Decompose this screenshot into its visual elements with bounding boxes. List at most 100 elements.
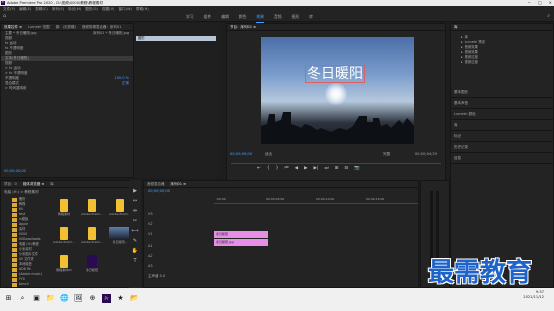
tab-audio-mixer[interactable]: 音频混合器 bbox=[147, 181, 165, 187]
tab-audio-mixer[interactable]: 音频剪辑混合器：序列01 bbox=[82, 24, 121, 30]
program-monitor-title[interactable]: 节目：序列01 ≡ bbox=[230, 24, 256, 30]
start-icon[interactable]: ⊞ bbox=[4, 294, 13, 303]
track-header-a3[interactable]: A3 bbox=[144, 261, 212, 271]
media-thumbnail[interactable]: Adobe Premi... bbox=[79, 227, 105, 255]
track-header-master[interactable]: 主声道 0.0 bbox=[144, 271, 212, 281]
right-side-panel: 库 ▸ 库 ▸ Lumetri 预设 ▸ 音频效果 ▸ 视频效果 ▸ 视频过渡 ▸ 视频过渡… bbox=[450, 23, 554, 288]
folder-icon bbox=[12, 243, 17, 247]
app-icon[interactable]: ⊕ bbox=[88, 294, 97, 303]
folder-icon bbox=[12, 278, 17, 282]
razor-tool-icon[interactable]: ✂ bbox=[129, 216, 141, 226]
file-explorer-icon[interactable]: 📁 bbox=[46, 294, 55, 303]
track-header-a2[interactable]: A2 bbox=[144, 251, 212, 261]
tree-folder[interactable]: bench bbox=[1, 282, 49, 287]
workspace-tab-effects[interactable]: 效果 bbox=[256, 12, 264, 23]
go-to-out-button[interactable]: ⏭ bbox=[325, 166, 329, 172]
go-to-in-button[interactable]: ⏮ bbox=[285, 166, 289, 172]
timeline-clip-graphic[interactable]: 冬日暖阳 bbox=[214, 231, 268, 238]
timeline-timecode[interactable]: 00;00;00;00 bbox=[148, 189, 170, 194]
tab-sequence[interactable]: 序列01 ≡ bbox=[171, 181, 187, 187]
media-browser-panel: 项目：0 媒体浏览器 ≡ 库 电脑 (H:) > 教程素材 备份 教程 fill… bbox=[0, 180, 134, 288]
master-volume-value[interactable]: 0.0 bbox=[160, 274, 166, 278]
track-header-v2[interactable]: V2 bbox=[144, 219, 212, 229]
tab-lumetri-scopes[interactable]: Lumetri 范围 bbox=[28, 24, 50, 30]
media-thumbnail[interactable]: Adobe Premi... bbox=[51, 227, 77, 255]
mark-in-button[interactable]: ⇤ bbox=[257, 166, 261, 172]
effect-row[interactable]: > 时间重映射 bbox=[1, 86, 133, 91]
tab-source[interactable]: 源：(无剪辑) bbox=[56, 24, 76, 30]
track-header-v3[interactable]: V3 bbox=[144, 209, 212, 219]
media-thumbnail[interactable]: 冬日暖阳 bbox=[79, 255, 105, 283]
photos-icon[interactable]: 🖼 bbox=[74, 294, 83, 303]
play-button[interactable]: ▶ bbox=[304, 166, 307, 172]
step-back-button[interactable]: ◀ bbox=[295, 166, 298, 172]
fit-dropdown[interactable]: 适合 bbox=[265, 152, 272, 157]
home-icon[interactable]: ⌂ bbox=[3, 14, 6, 19]
extract-button[interactable]: ⊟ bbox=[344, 166, 348, 172]
step-forward-button[interactable]: ▶| bbox=[314, 166, 319, 172]
workspace-tab-editing[interactable]: 编辑 bbox=[221, 12, 229, 23]
panel-libraries[interactable]: 库 bbox=[451, 120, 553, 131]
mark-in-brace-button[interactable]: { bbox=[267, 166, 270, 172]
workspace-tab-learn[interactable]: 学习 bbox=[186, 12, 194, 23]
workspace-tab-audio[interactable]: 音频 bbox=[274, 12, 282, 23]
folder-icon bbox=[12, 228, 17, 232]
folder-icon bbox=[12, 213, 17, 217]
media-thumbnail[interactable]: Adobe Premi... bbox=[79, 199, 105, 227]
program-video-frame[interactable]: 冬日暖阳 bbox=[261, 37, 414, 144]
tab-effect-controls[interactable]: 效果控件 ≡ bbox=[4, 24, 22, 30]
tab-library[interactable]: 库 bbox=[50, 181, 54, 187]
timeline-ruler[interactable]: :00:00 00;00;05;00 00;00;10;00 00;00;15;… bbox=[214, 197, 418, 204]
libraries-title[interactable]: 库 bbox=[454, 24, 458, 30]
panel-history[interactable]: 历史记录 bbox=[451, 142, 553, 153]
premiere-taskbar-icon[interactable]: Pr bbox=[102, 294, 111, 303]
track-header-a1[interactable]: A1 bbox=[144, 241, 212, 251]
export-frame-icon[interactable]: 📷 bbox=[354, 166, 360, 172]
search-icon[interactable]: ⌕ bbox=[18, 294, 27, 303]
lift-button[interactable]: ⊞ bbox=[335, 166, 339, 172]
folder-icon bbox=[12, 268, 17, 272]
panel-essential-sound[interactable]: 基本声音 bbox=[451, 98, 553, 109]
mini-timeline-clip[interactable]: 图形 bbox=[136, 36, 216, 41]
hand-tool-icon[interactable]: ✋ bbox=[129, 246, 141, 256]
overlay-title-text[interactable]: 冬日暖阳 bbox=[305, 65, 365, 83]
search-icon[interactable]: ⌕ bbox=[547, 14, 550, 19]
tab-media-browser[interactable]: 媒体浏览器 ≡ bbox=[23, 181, 45, 187]
libraries-header: 库 bbox=[451, 24, 553, 31]
mark-out-brace-button[interactable]: } bbox=[276, 166, 279, 172]
transport-controls: ⇤ { } ⏮ ◀ ▶ ▶| ⏭ ⊞ ⊟ 📷 bbox=[257, 166, 360, 172]
track-select-tool-icon[interactable]: ↔ bbox=[129, 196, 141, 206]
track-header-v1[interactable]: V1 bbox=[144, 229, 212, 239]
workspace-tab-color[interactable]: 颜色 bbox=[239, 12, 247, 23]
system-clock[interactable]: 9:37 2021/11/12 bbox=[523, 290, 544, 300]
panel-info[interactable]: 信息 bbox=[451, 153, 553, 164]
folder-icon bbox=[12, 283, 17, 287]
timeline-clip-image[interactable]: 冬日暖阳.jpg bbox=[214, 239, 268, 246]
folder-icon bbox=[12, 273, 17, 277]
slip-tool-icon[interactable]: ⟷ bbox=[129, 226, 141, 236]
program-monitor-ruler[interactable] bbox=[231, 160, 441, 164]
task-view-icon[interactable]: ▣ bbox=[32, 294, 41, 303]
effect-controls-timecode[interactable]: 00;00;00;00 bbox=[4, 169, 26, 174]
ripple-edit-tool-icon[interactable]: ⇹ bbox=[129, 206, 141, 216]
app-icon[interactable]: ★ bbox=[116, 294, 125, 303]
panel-lumetri-color[interactable]: Lumetri 颜色 bbox=[451, 109, 553, 120]
program-monitor-header: 节目：序列01 ≡ bbox=[227, 24, 445, 31]
selection-tool-icon[interactable]: ▶ bbox=[129, 186, 141, 196]
panel-markers[interactable]: 标记 bbox=[451, 131, 553, 142]
folder-icon[interactable]: 📂 bbox=[130, 294, 139, 303]
tab-project[interactable]: 项目：0 bbox=[4, 181, 17, 187]
workspace-tab-assembly[interactable]: 组件 bbox=[204, 12, 212, 23]
image-thumbnail-icon bbox=[109, 227, 131, 240]
workspace-tab-graphics[interactable]: 图形 bbox=[292, 12, 300, 23]
quality-dropdown[interactable]: 完整 bbox=[383, 152, 390, 157]
media-thumbnail[interactable]: 教程素材 bbox=[51, 199, 77, 227]
folder-tree: 备份 教程 fill test in模板 Apple 素材 0000 00Dow… bbox=[1, 197, 49, 289]
program-timecode-current[interactable]: 00;00;00;00 bbox=[230, 152, 252, 157]
panel-essential-graphics[interactable]: 基本图形 bbox=[451, 87, 553, 98]
type-tool-icon[interactable]: T bbox=[129, 256, 141, 266]
browser-icon[interactable]: 🌐 bbox=[60, 294, 69, 303]
media-thumbnail[interactable]: 教程素材01 bbox=[51, 255, 77, 283]
workspace-tab-libraries[interactable]: 库 bbox=[309, 12, 313, 23]
pen-tool-icon[interactable]: ✎ bbox=[129, 236, 141, 246]
